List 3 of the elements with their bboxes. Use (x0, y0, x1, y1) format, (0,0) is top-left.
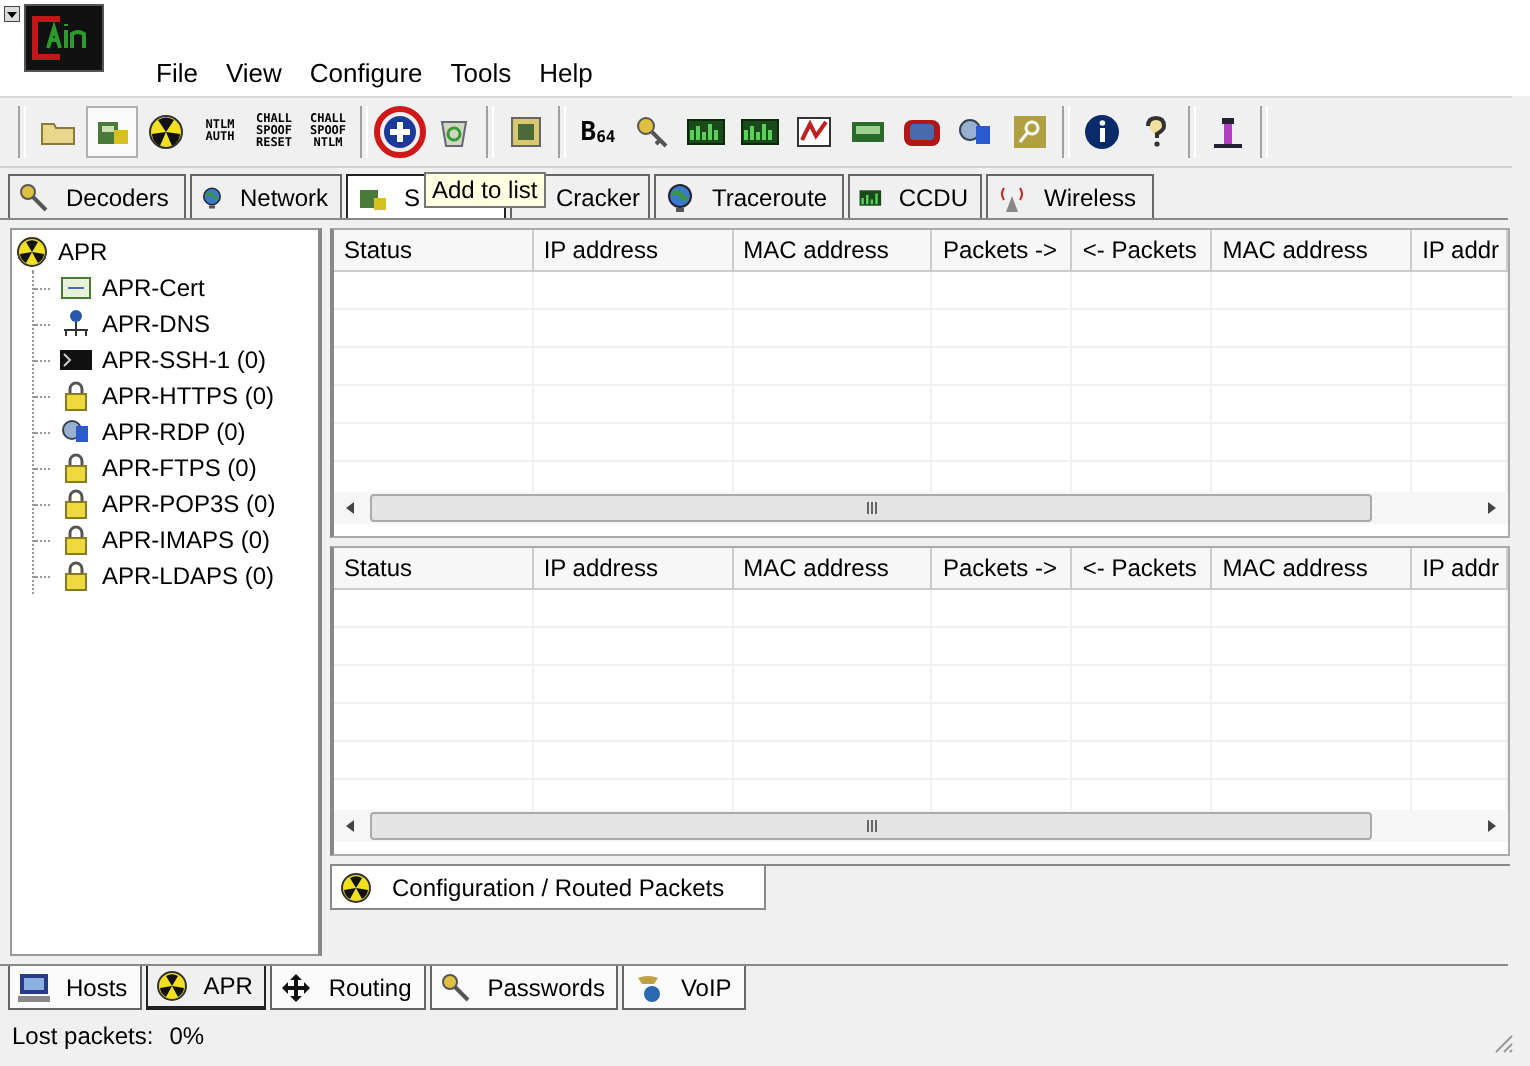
status-value: 0% (169, 1022, 205, 1050)
status-label: Lost packets: (12, 1022, 154, 1050)
tooltip: Add to list (424, 172, 546, 208)
